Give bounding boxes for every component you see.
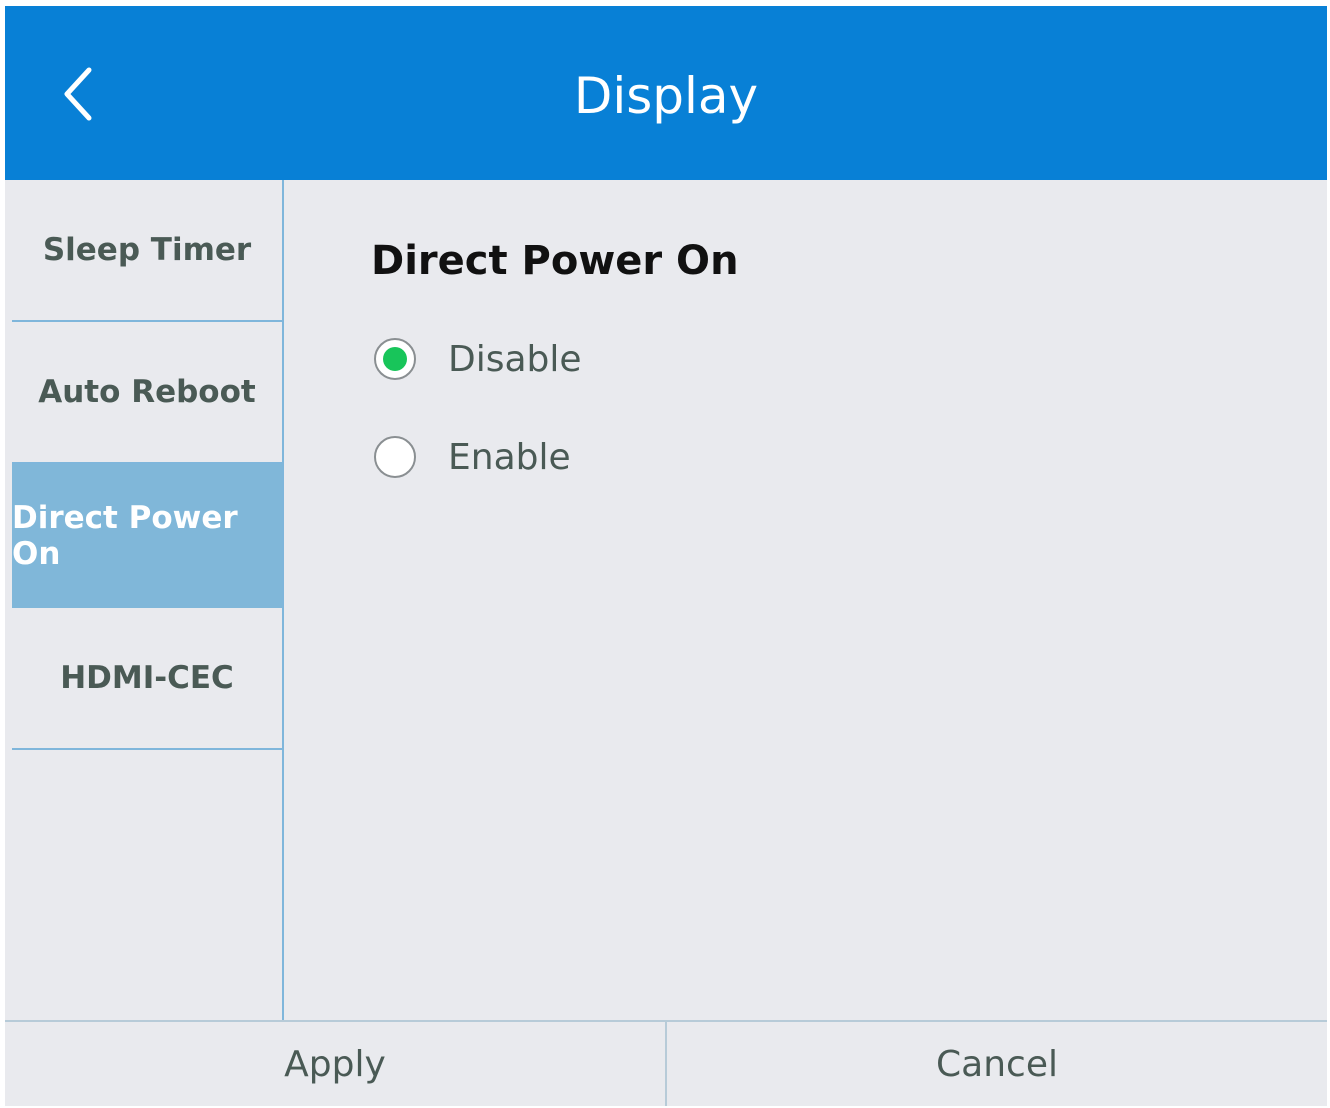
footer-bar: Apply Cancel — [5, 1020, 1327, 1106]
radio-button-enable[interactable] — [374, 436, 416, 478]
sidebar-item-label: Direct Power On — [12, 500, 238, 572]
option-disable[interactable]: Disable — [374, 334, 582, 384]
radio-button-disable[interactable] — [374, 338, 416, 380]
option-label: Disable — [448, 338, 582, 380]
sidebar-item-label: HDMI-CEC — [60, 660, 234, 696]
page-title: Display — [573, 67, 759, 125]
apply-button[interactable]: Apply — [5, 1022, 665, 1106]
sidebar-item-sleep-timer[interactable]: Sleep Timer — [12, 180, 282, 322]
section-title: Direct Power On — [371, 238, 739, 284]
option-label: Enable — [448, 436, 571, 478]
sidebar-item-label: Sleep Timer — [42, 232, 252, 268]
sidebar-item-auto-reboot[interactable]: Auto Reboot — [12, 322, 282, 464]
option-enable[interactable]: Enable — [374, 432, 571, 482]
sidebar-item-label: Auto Reboot — [38, 374, 256, 410]
cancel-button[interactable]: Cancel — [667, 1022, 1327, 1106]
header-bar: Display — [5, 6, 1327, 180]
display-settings-screen: Display Sleep Timer Auto Reboot Direct P… — [5, 6, 1327, 1106]
sidebar-divider — [282, 180, 284, 1020]
sidebar-item-hdmi-cec[interactable]: HDMI-CEC — [12, 608, 282, 750]
sidebar-item-direct-power-on[interactable]: Direct Power On — [12, 464, 282, 608]
settings-sidebar: Sleep Timer Auto Reboot Direct Power On … — [12, 180, 282, 1020]
